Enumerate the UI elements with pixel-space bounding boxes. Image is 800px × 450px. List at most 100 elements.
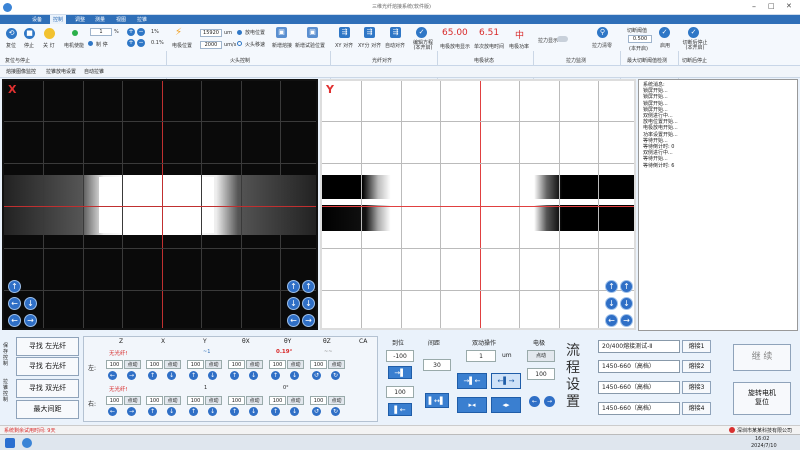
right-y-step[interactable]: 100 (187, 396, 204, 405)
arrow-up-icon[interactable]: ↑ (605, 280, 618, 293)
arrow-down-icon[interactable]: ↓ (249, 407, 258, 416)
arrow-up-icon[interactable]: ↑ (271, 371, 280, 380)
arrow-right-icon[interactable]: → (24, 314, 37, 327)
electrode-jog[interactable]: 点动 (527, 350, 555, 362)
stop-icon[interactable]: ■ (24, 28, 35, 39)
speed-up-fine-icon[interactable]: + (127, 39, 135, 47)
arrow-up-icon[interactable]: ↑ (271, 407, 280, 416)
new-trial-icon[interactable]: ▣ (307, 27, 318, 38)
left-y-step[interactable]: 100 (187, 360, 204, 369)
dual-close-button[interactable]: →▌← (457, 373, 487, 389)
arrow-down-icon[interactable]: ↓ (167, 371, 176, 380)
subtab-taper-setting[interactable]: 拉锥放电设置 (46, 68, 76, 75)
arrow-down-icon[interactable]: ↓ (287, 297, 300, 310)
left-z-step[interactable]: 100 (106, 360, 123, 369)
left-thetay-jog[interactable]: 点动 (287, 360, 304, 369)
arrow-left-icon[interactable]: ← (287, 314, 300, 327)
arrow-right-icon[interactable]: → (127, 371, 136, 380)
menu-measure[interactable]: 测量 (95, 16, 105, 23)
arrow-left-icon[interactable]: ← (529, 396, 540, 407)
right-thetax-step[interactable]: 100 (228, 396, 245, 405)
right-z-step[interactable]: 100 (106, 396, 123, 405)
xy-focus-icon[interactable]: ⇶ (364, 27, 375, 38)
dual-move-out-button[interactable]: ◂▸ (491, 397, 521, 413)
arrow-up-icon[interactable]: ↑ (189, 371, 198, 380)
find-both-fiber-button[interactable]: 寻找 双光纤 (16, 379, 79, 398)
arrow-right-icon[interactable]: → (620, 314, 633, 327)
arrow-down-icon[interactable]: ↓ (290, 371, 299, 380)
menu-view[interactable]: 视图 (116, 16, 126, 23)
arrow-down-icon[interactable]: ↓ (208, 407, 217, 416)
arrow-down-icon[interactable]: ↓ (167, 407, 176, 416)
arrow-left-icon[interactable]: ← (108, 371, 117, 380)
arrow-right-icon[interactable]: → (127, 407, 136, 416)
close-button[interactable]: ✕ (786, 2, 792, 10)
process-select-3[interactable]: 1450-660（高档） (598, 381, 680, 394)
edit-program-icon[interactable]: ✓ (416, 27, 427, 38)
arrow-left-icon[interactable]: ← (108, 407, 117, 416)
weld-3-button[interactable]: 熔接3 (682, 381, 711, 394)
left-thetax-step[interactable]: 100 (228, 360, 245, 369)
electrode-value[interactable]: 100 (527, 368, 555, 380)
arrow-up-icon[interactable]: ↑ (302, 280, 315, 293)
max-gap-button[interactable]: 最大间距 (16, 400, 79, 419)
gap-button[interactable]: ▌↔▌ (425, 393, 449, 408)
arrow-up-icon[interactable]: ↑ (620, 280, 633, 293)
right-thetay-jog[interactable]: 点动 (287, 396, 304, 405)
arrow-down-icon[interactable]: ↓ (208, 371, 217, 380)
left-thetaz-jog[interactable]: 点动 (328, 360, 345, 369)
left-y-jog[interactable]: 点动 (205, 360, 222, 369)
rotate-ccw-icon[interactable]: ↺ (312, 371, 321, 380)
minimize-button[interactable]: – (752, 2, 756, 11)
arrow-down-icon[interactable]: ↓ (620, 297, 633, 310)
arrow-down-icon[interactable]: ↓ (24, 297, 37, 310)
gap-value[interactable]: 30 (423, 359, 451, 371)
find-right-fiber-button[interactable]: 寻找 右光纤 (16, 357, 79, 376)
windows-start-icon[interactable] (5, 438, 15, 448)
rotate-ccw-icon[interactable]: ↺ (312, 407, 321, 416)
dual-value[interactable]: 1 (466, 350, 496, 362)
lamp-icon[interactable] (44, 28, 55, 39)
auto-align-icon[interactable]: ⇶ (390, 27, 401, 38)
xy-align-icon[interactable]: ⇶ (339, 27, 350, 38)
arrow-down-icon[interactable]: ↓ (605, 297, 618, 310)
arrow-left-icon[interactable]: ← (605, 314, 618, 327)
apply-icon[interactable]: ✓ (659, 27, 670, 38)
left-thetax-jog[interactable]: 点动 (246, 360, 263, 369)
process-select-4[interactable]: 1450-660（高档） (598, 402, 680, 415)
right-thetay-step[interactable]: 100 (269, 396, 286, 405)
continue-button[interactable]: 继 续 (733, 344, 791, 371)
fire-speed-input[interactable]: 2000 (200, 41, 222, 49)
arrow-down-icon[interactable]: ↓ (290, 407, 299, 416)
motor-enable-indicator[interactable] (72, 30, 78, 36)
left-x-step[interactable]: 100 (146, 360, 163, 369)
new-fiber-icon[interactable]: ▣ (276, 27, 287, 38)
right-x-step[interactable]: 100 (146, 396, 163, 405)
align-value-1[interactable]: -100 (386, 350, 414, 362)
max-force-input[interactable]: 0.500 (628, 35, 652, 43)
arrow-up-icon[interactable]: ↑ (230, 371, 239, 380)
menu-adjust[interactable]: 调整 (75, 16, 85, 23)
align-right-button[interactable]: →▌ (388, 366, 412, 379)
menu-control[interactable]: 控制 (50, 15, 67, 24)
maximize-button[interactable]: □ (768, 2, 775, 10)
arrow-right-icon[interactable]: → (302, 314, 315, 327)
fire-pos-icon[interactable]: ⚡ (175, 27, 187, 39)
arrow-up-icon[interactable]: ↑ (287, 280, 300, 293)
rotate-cw-icon[interactable]: ↻ (331, 407, 340, 416)
left-z-jog[interactable]: 点动 (124, 360, 141, 369)
reset-icon[interactable]: ⟲ (6, 28, 17, 39)
left-x-jog[interactable]: 点动 (164, 360, 181, 369)
right-thetaz-step[interactable]: 100 (310, 396, 327, 405)
app-taskbar-icon[interactable] (22, 438, 32, 448)
process-select-1[interactable]: 20/400熔接测试-Ⅱ (598, 340, 680, 353)
dual-open-button[interactable]: ←▌→ (491, 373, 521, 389)
electrode-radio[interactable] (237, 30, 242, 35)
rotate-cw-icon[interactable]: ↻ (331, 371, 340, 380)
right-z-jog[interactable]: 点动 (124, 396, 141, 405)
arrow-up-icon[interactable]: ↑ (8, 280, 21, 293)
speed-down-icon[interactable]: − (137, 28, 145, 36)
arrow-up-icon[interactable]: ↑ (230, 407, 239, 416)
arrow-up-icon[interactable]: ↑ (148, 407, 157, 416)
right-y-jog[interactable]: 点动 (205, 396, 222, 405)
